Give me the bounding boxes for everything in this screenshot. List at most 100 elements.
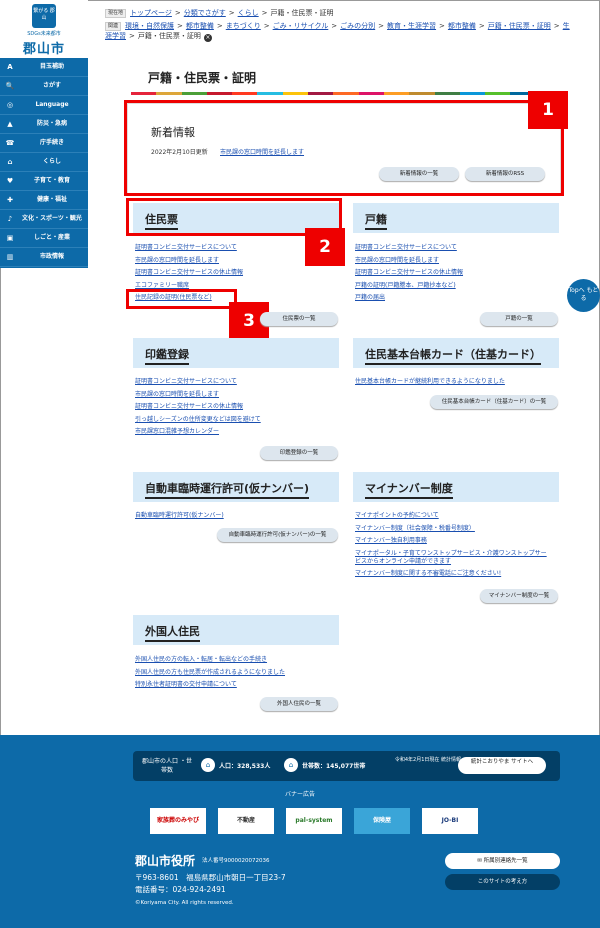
address: 〒963-8601 福島県郡山市朝日一丁目23-7 (135, 873, 286, 882)
section-more-button[interactable]: 印鑑登録の一覧 (260, 446, 338, 460)
section-more-button[interactable]: 住民基本台帳カード（住基カード）の一覧 (430, 395, 558, 409)
sidebar-item-label: さがす (42, 82, 61, 89)
site-policy-button[interactable]: このサイトの考え方 (445, 874, 560, 890)
list-link[interactable]: 証明書コンビニ交付サービスの休止情報 (355, 267, 463, 280)
back-to-top-button[interactable]: Topへ もどる (567, 279, 600, 312)
list-link[interactable]: 証明書コンビニ交付サービスについて (135, 242, 243, 255)
color-bar-segment (156, 92, 182, 95)
related-breadcrumb: 関連 環境・自然保護 > 都市整備 > まちづくり > ごみ・リサイクル > ごみの分別 > 教育・生… (105, 21, 570, 31)
section-title[interactable]: 戸籍 (365, 211, 387, 230)
link-list: 住民基本台帳カードが継続利用できるようになりました (355, 376, 505, 389)
logo-subtitle: SDGs未来都市 (27, 31, 61, 37)
close-icon[interactable]: × (203, 34, 212, 42)
banner-label: バナー広告 (284, 791, 315, 798)
breadcrumb-link[interactable]: 戸籍・住民票・証明 (488, 22, 551, 30)
breadcrumb-tag: 現在地 (105, 9, 127, 18)
related-breadcrumb-cont: 涯学習 > 戸籍・住民票・証明 × (105, 32, 212, 42)
section-title[interactable]: 印鑑登録 (145, 346, 189, 365)
list-link[interactable]: 証明書コンビニ交付サービスの休止情報 (135, 267, 243, 280)
list-link[interactable]: 証明書コンビニ交付サービスについて (355, 242, 463, 255)
section-title[interactable]: マイナンバー制度 (365, 480, 453, 499)
banner-ad[interactable]: JO-BI (422, 808, 478, 834)
list-link[interactable]: 外国人住民の方の転入・転居・転出などの手続き (135, 654, 285, 667)
list-link[interactable]: 証明書コンビニ交付サービスの休止情報 (135, 401, 261, 414)
list-link[interactable]: マイナポータル・子育てワンストップサービス・介護ワンストップサー (355, 548, 547, 558)
list-link[interactable]: 市民課の窓口時間を延長します (135, 389, 261, 402)
sidebar-item-procedures[interactable]: ☎ 庁手続き (0, 134, 88, 153)
list-link[interactable]: 市民課の窓口時間を延長します (355, 255, 463, 268)
color-bar-segment (282, 92, 309, 95)
sidebar-item-assist[interactable]: A 目玉補助 (0, 58, 88, 77)
list-link[interactable]: 特別永住者証明書の交付申請について (135, 679, 285, 692)
contact-list-button[interactable]: ✉ 所属別連絡先一覧 (445, 853, 560, 869)
search-icon: 🔍 (5, 82, 15, 90)
banner-ad[interactable]: 不動産 (218, 808, 274, 834)
list-link[interactable]: マイナンバー独自利用事務 (355, 535, 547, 548)
link-list: 自動車臨時運行許可(仮ナンバー) (135, 510, 224, 523)
people-icon: ⌂ (201, 758, 215, 772)
list-link[interactable]: 市民課窓口混雑予想カレンダー (135, 426, 261, 439)
breadcrumb-link[interactable]: 生 (563, 22, 570, 30)
list-link[interactable]: 証明書コンビニ交付サービスについて (135, 376, 261, 389)
stats-date: 令和4年2月1日現在 統計情報 (394, 757, 461, 763)
color-bar-segment (131, 92, 157, 95)
list-link[interactable]: 外国人住民の方も住民票が作成されるようになりました (135, 667, 285, 680)
breadcrumb-link[interactable]: 分類でさがす (184, 9, 226, 17)
stats-site-button[interactable]: 統計こおりやま サイトへ (458, 757, 546, 774)
sidebar-item-culture[interactable]: ♪ 文化・スポーツ・観光 (0, 210, 88, 229)
breadcrumb-link[interactable]: ごみの分別 (340, 22, 375, 30)
list-link[interactable]: マイナンバー制度（社会保障・税番号制度） (355, 523, 547, 536)
cross-icon: ✚ (7, 196, 13, 204)
banner-ad[interactable]: 家族葬のみやび (150, 808, 206, 834)
breadcrumb-link[interactable]: 涯学習 (105, 32, 126, 40)
section-title[interactable]: 住民基本台帳カード（住基カード） (365, 346, 541, 365)
sidebar-item-work[interactable]: ▣ しごと・産業 (0, 229, 88, 248)
sidebar-item-cityinfo[interactable]: ▥ 市政情報 (0, 248, 88, 267)
house-icon: ⌂ (284, 758, 298, 772)
section-title[interactable]: 外国人住民 (145, 623, 200, 642)
sidebar-item-label: くらし (42, 158, 61, 165)
breadcrumb-link[interactable]: まちづくり (226, 22, 261, 30)
breadcrumb-link[interactable]: 環境・自然保護 (125, 22, 174, 30)
list-link[interactable]: 戸籍の証明(戸籍謄本、戸籍抄本など) (355, 280, 463, 293)
section-header-juki: 住民基本台帳カード（住基カード） (353, 338, 559, 368)
breadcrumb-link[interactable]: ごみ・リサイクル (273, 22, 329, 30)
list-link[interactable]: 戸籍の届出 (355, 292, 463, 305)
sidebar-item-search[interactable]: 🔍 さがす (0, 77, 88, 96)
section-more-button[interactable]: 外国人住民の一覧 (260, 697, 338, 711)
color-bar-segment (232, 92, 258, 95)
list-link[interactable]: 市民課の窓口時間を延長します (135, 255, 243, 268)
section-more-button[interactable]: 自動車臨時運行許可(仮ナンバー)の一覧 (217, 528, 338, 542)
highlight-box-3 (126, 289, 237, 309)
banner-ad[interactable]: pal-system (286, 808, 342, 834)
section-title[interactable]: 自動車臨時運行許可(仮ナンバー) (145, 480, 310, 499)
site-logo[interactable]: 繋がる 郡山 SDGs未来都市 郡山市 (0, 0, 88, 58)
sidebar-item-health[interactable]: ✚ 健康・福祉 (0, 191, 88, 210)
breadcrumb-link[interactable]: トップページ (130, 9, 172, 17)
list-link[interactable]: 引っ越しシーズンの住所変更などは図を避けて (135, 414, 261, 427)
list-link[interactable]: 住民基本台帳カードが継続利用できるようになりました (355, 376, 505, 389)
sidebar-item-living[interactable]: ⌂ くらし (0, 153, 88, 172)
list-link[interactable]: ビスからオンライン申請ができます (355, 558, 547, 566)
list-link[interactable]: マイナンバー制度に関する不審電話にご注意ください! (355, 568, 547, 581)
section-more-button[interactable]: 住民票の一覧 (260, 312, 338, 326)
color-bar-segment (459, 92, 486, 95)
breadcrumb-link[interactable]: くらし (238, 9, 259, 17)
banner-ad[interactable]: 保険屋 (354, 808, 410, 834)
stats-label: 郡山市の人口 ・世帯数 (142, 758, 192, 774)
sidebar-item-childcare[interactable]: ♥ 子育て・教育 (0, 172, 88, 191)
music-icon: ♪ (7, 215, 13, 223)
color-bar-segment (206, 92, 233, 95)
population-value: 人口：328,533人 (219, 763, 271, 770)
list-link[interactable]: 自動車臨時運行許可(仮ナンバー) (135, 510, 224, 523)
population-stats: 郡山市の人口 ・世帯数 ⌂ 人口：328,533人 ⌂ 世帯数：145,077世… (133, 751, 560, 781)
breadcrumb-link[interactable]: 都市整備 (186, 22, 214, 30)
breadcrumb-link[interactable]: 教育・生涯学習 (387, 22, 436, 30)
section-more-button[interactable]: マイナンバー制度の一覧 (480, 589, 558, 603)
list-link[interactable]: マイナポイントの予約について (355, 510, 547, 523)
sidebar-item-disaster[interactable]: ▲ 防災・急病 (0, 115, 88, 134)
section-more-button[interactable]: 戸籍の一覧 (480, 312, 558, 326)
breadcrumb-tag: 関連 (105, 22, 122, 31)
sidebar-item-language[interactable]: ◎ Language (0, 96, 88, 115)
breadcrumb-link[interactable]: 都市整備 (448, 22, 476, 30)
